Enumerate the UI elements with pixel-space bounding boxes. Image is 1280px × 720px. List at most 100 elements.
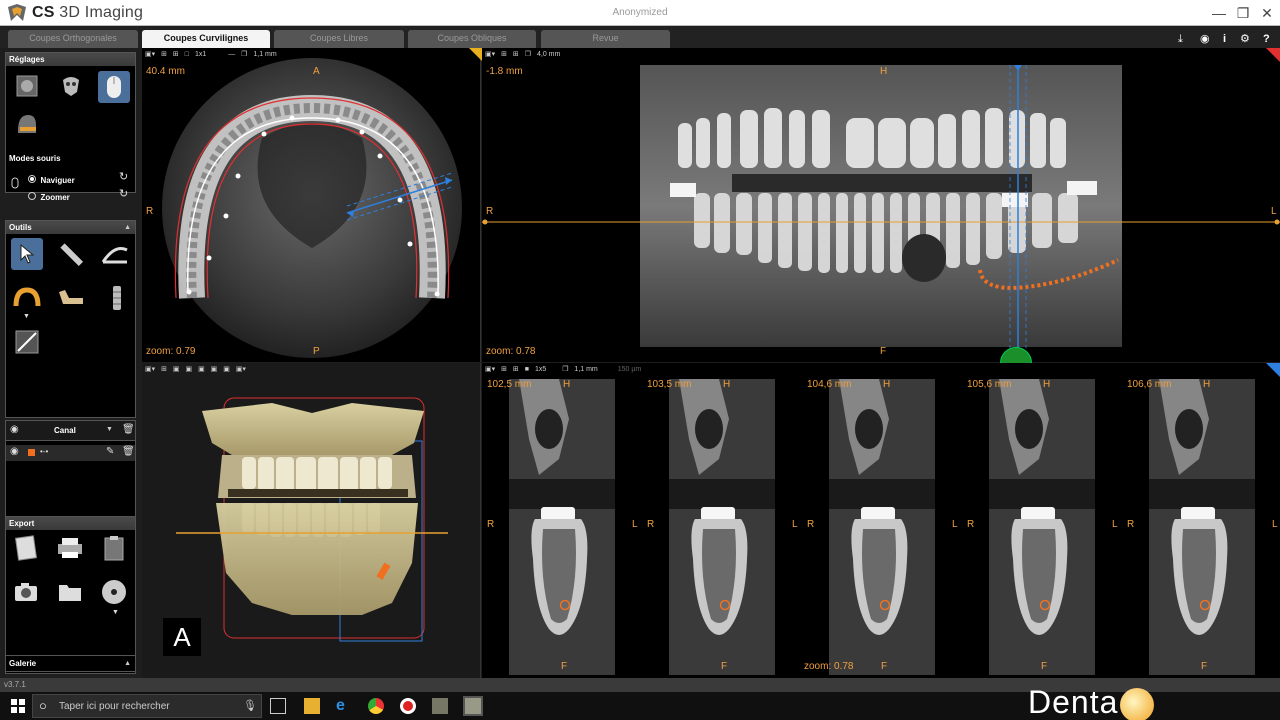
clipboard-icon[interactable] <box>99 533 129 563</box>
3d-view-icon-2[interactable]: ▣ <box>186 366 193 373</box>
skull-render-icon[interactable] <box>56 71 86 101</box>
minimize-button[interactable]: — <box>1208 3 1230 23</box>
save-icon[interactable]: ▣▾ <box>145 51 155 58</box>
gear-icon[interactable]: ⚙ <box>1240 33 1250 45</box>
file-explorer-icon[interactable] <box>304 698 320 714</box>
copy-icon[interactable]: ❐ <box>241 51 247 58</box>
eye-icon[interactable]: ◉ <box>10 424 19 435</box>
pointer-tool-icon[interactable] <box>11 238 43 270</box>
mouse-settings-icon[interactable] <box>98 71 130 103</box>
cross-slice-image[interactable] <box>989 379 1095 675</box>
taskbar-search-box[interactable]: ○ Taper ici pour rechercher 🎙 <box>32 694 262 718</box>
3d-save-icon[interactable]: ▣▾ <box>145 366 155 373</box>
cs-app-icon-1[interactable] <box>432 698 448 714</box>
canal-color-swatch[interactable] <box>28 449 35 456</box>
square-icon[interactable]: □ <box>185 51 189 58</box>
image-annotate-tool-icon[interactable] <box>12 327 42 357</box>
head-profile-icon[interactable] <box>12 109 42 139</box>
axial-layout-label[interactable]: 1x1 <box>195 51 206 58</box>
edge-browser-icon[interactable]: e <box>336 698 352 714</box>
slab-icon[interactable]: — <box>228 51 235 58</box>
panoramic-image[interactable] <box>482 48 1280 362</box>
tab-revue[interactable]: Revue <box>541 30 670 48</box>
cs-app-icon-2[interactable] <box>463 696 483 716</box>
tab-coupes-orthogonales[interactable]: Coupes Orthogonales <box>8 30 138 48</box>
help-icon[interactable]: ? <box>1263 33 1270 45</box>
cross-section-viewport[interactable]: ▣▾ ⊞ ⊞ ■ 1x5 ❐ 1,1 mm 150 µm 102,5 mm H R L… <box>482 363 1280 678</box>
canal-select[interactable]: Canal <box>54 426 76 435</box>
arch-tool-dropdown-icon[interactable]: ▼ <box>23 313 30 320</box>
ruler-tool-icon[interactable] <box>56 239 86 269</box>
pano-thickness-label[interactable]: 4,0 mm <box>537 51 560 58</box>
pano-layout-icon[interactable]: ⊞ <box>513 51 519 58</box>
canal-list-item[interactable]: ◉ •-• ✎ 🗑 <box>6 445 135 461</box>
close-button[interactable]: ✕ <box>1256 3 1278 23</box>
radio-naviguer[interactable]: Naviguer <box>28 170 75 188</box>
3d-view-icon-4[interactable]: ▣ <box>211 366 218 373</box>
cd-burn-icon[interactable] <box>99 577 129 607</box>
galerie-panel[interactable]: Galerie ▲ <box>5 655 136 672</box>
3d-view-icon-6[interactable]: ▣▾ <box>236 366 246 373</box>
reset-zoomer-icon[interactable]: ↻ <box>119 187 128 200</box>
tab-coupes-libres[interactable]: Coupes Libres <box>274 30 404 48</box>
cross-slice-image[interactable] <box>829 379 935 675</box>
galerie-header[interactable]: Galerie ▲ <box>6 656 135 671</box>
cross-slice-image[interactable] <box>669 379 775 675</box>
download-icon[interactable]: ⤓ <box>1178 33 1183 45</box>
cross-slice-1[interactable]: 102,5 mm H R L F <box>482 377 642 677</box>
cd-dropdown-icon[interactable]: ▼ <box>112 609 119 616</box>
pano-save-icon[interactable]: ▣▾ <box>485 51 495 58</box>
canal-dropdown-icon[interactable]: ▼ <box>106 426 113 433</box>
mandible-tool-icon[interactable] <box>56 283 86 313</box>
camera-icon[interactable] <box>11 577 41 607</box>
3d-view-icon-3[interactable]: ▣ <box>198 366 205 373</box>
axial-thickness-label[interactable]: 1,1 mm <box>253 51 276 58</box>
windows-start-icon[interactable] <box>10 698 26 714</box>
cross-slice-5[interactable]: 106,6 mm H R L F <box>1122 377 1280 677</box>
radio-zoomer[interactable]: Zoomer <box>28 187 70 205</box>
edit-pencil-icon[interactable]: ✎ <box>106 446 114 457</box>
layout-icon[interactable]: ⊞ <box>173 51 179 58</box>
recorder-icon[interactable] <box>400 698 416 714</box>
canal-visibility-icon[interactable]: ◉ <box>10 446 19 457</box>
pano-copy-icon[interactable]: ❐ <box>525 51 531 58</box>
task-view-icon[interactable] <box>270 698 286 714</box>
chrome-icon[interactable] <box>368 698 384 714</box>
cross-square-icon[interactable]: ■ <box>525 366 529 373</box>
3d-view-icon-5[interactable]: ▣ <box>223 366 230 373</box>
cross-save-icon[interactable]: ▣▾ <box>485 366 495 373</box>
cross-copy-icon[interactable]: ❐ <box>562 366 568 373</box>
cross-slice-3[interactable]: 104,6 mm H R L F <box>802 377 962 677</box>
cross-slice-4[interactable]: 105,6 mm H R L F <box>962 377 1122 677</box>
angle-tool-icon[interactable] <box>100 239 130 269</box>
microphone-icon[interactable]: 🎙 <box>243 699 257 712</box>
cross-spacing-label[interactable]: 150 µm <box>618 366 642 373</box>
grayscale-settings-icon[interactable] <box>12 71 42 101</box>
tab-coupes-obliques[interactable]: Coupes Obliques <box>408 30 536 48</box>
pano-fit-icon[interactable]: ⊞ <box>501 51 507 58</box>
info-icon[interactable]: i <box>1223 33 1226 45</box>
folder-export-icon[interactable] <box>55 577 85 607</box>
cross-thickness-label[interactable]: 1,1 mm <box>574 366 597 373</box>
axial-slice-image[interactable] <box>142 48 481 362</box>
trash-icon[interactable]: 🗑 <box>122 424 135 435</box>
tab-coupes-curvilignes[interactable]: Coupes Curvilignes <box>142 30 270 48</box>
fit-icon[interactable]: ⊞ <box>161 51 167 58</box>
cross-layout-icon[interactable]: ⊞ <box>513 366 519 373</box>
restore-button[interactable]: ❐ <box>1232 3 1254 23</box>
reset-naviguer-icon[interactable]: ↻ <box>119 170 128 183</box>
print-icon[interactable] <box>55 533 85 563</box>
cross-layout-label[interactable]: 1x5 <box>535 366 546 373</box>
implant-tool-icon[interactable] <box>102 283 132 313</box>
3d-view-icon-1[interactable]: ▣ <box>173 366 180 373</box>
cross-slice-image[interactable] <box>1149 379 1255 675</box>
3d-fit-icon[interactable]: ⊞ <box>161 366 167 373</box>
cross-fit-icon[interactable]: ⊞ <box>501 366 507 373</box>
cross-slice-image[interactable] <box>509 379 615 675</box>
arch-curve-tool-icon[interactable] <box>12 283 42 313</box>
canal-delete-icon[interactable]: 🗑 <box>122 446 135 457</box>
3d-render-viewport[interactable]: ▣▾ ⊞ ▣ ▣ ▣ ▣ ▣ ▣▾ A <box>142 363 481 678</box>
3d-orientation-cube[interactable]: A <box>163 618 201 656</box>
cross-slice-2[interactable]: 103,5 mm H R L F <box>642 377 802 677</box>
panoramic-viewport[interactable]: ▣▾ ⊞ ⊞ ❐ 4,0 mm -1.8 mm H L R L F zoom: … <box>482 48 1280 362</box>
